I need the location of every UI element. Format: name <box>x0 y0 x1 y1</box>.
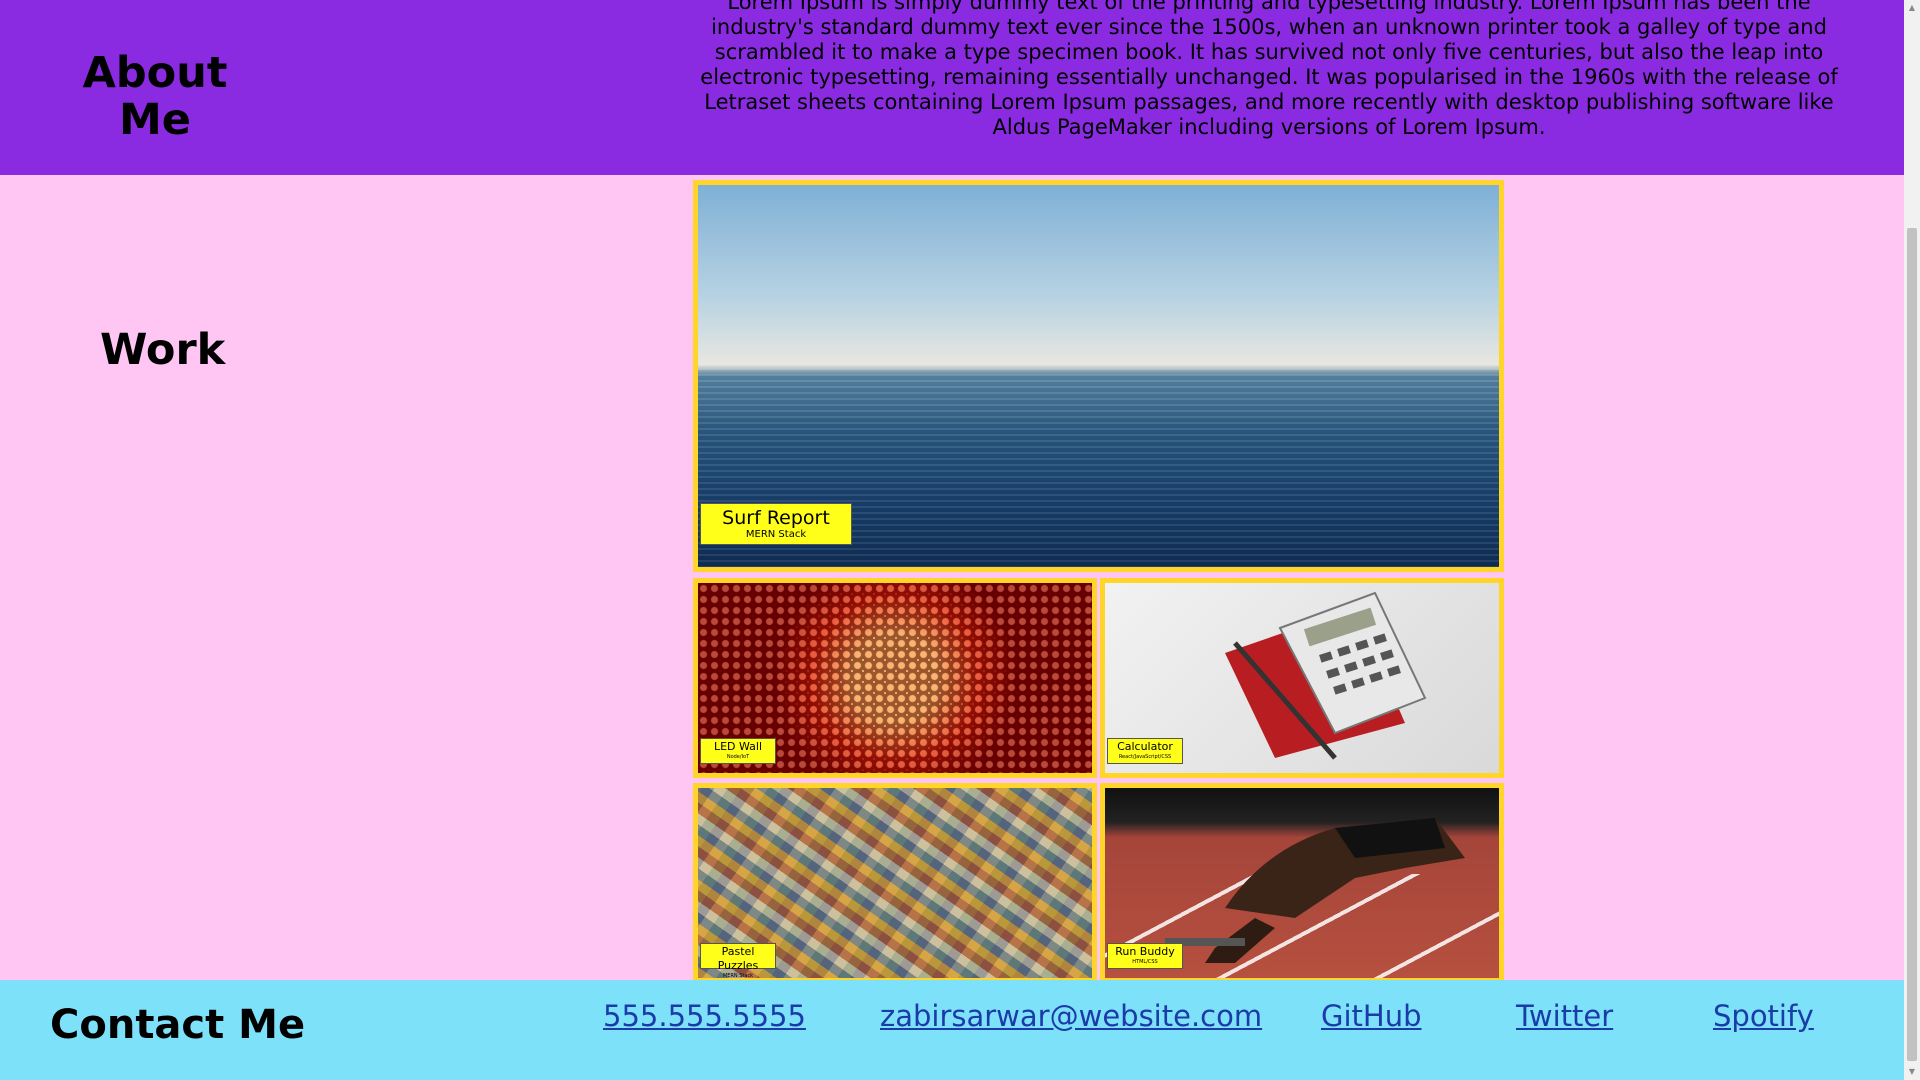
phone-link[interactable]: 555.555.5555 <box>603 999 806 1033</box>
project-label: Pastel Puzzles MERN Stack <box>700 943 776 978</box>
github-link[interactable]: GitHub <box>1321 999 1422 1033</box>
scroll-up-arrow-icon[interactable]: ▲ <box>1904 0 1920 16</box>
project-card-pastel-puzzles[interactable]: Pastel Puzzles MERN Stack <box>693 783 1097 983</box>
project-title: LED Wall <box>713 740 763 753</box>
contact-heading: Contact Me <box>50 1002 306 1048</box>
about-heading: About Me <box>82 48 228 145</box>
project-label: LED Wall Node/IoT <box>700 738 776 764</box>
project-title: Surf Report <box>722 507 830 529</box>
project-label: Surf Report MERN Stack <box>700 503 852 545</box>
project-card-led-wall[interactable]: LED Wall Node/IoT <box>693 578 1097 778</box>
vertical-scrollbar[interactable]: ▲ ▼ <box>1904 0 1920 1080</box>
about-text: Lorem Ipsum is simply dummy text of the … <box>700 0 1838 139</box>
project-label: Calculator React/JavaScript/CSS <box>1107 738 1183 764</box>
contact-section: Contact Me 555.555.5555 zabirsarwar@webs… <box>0 980 1904 1080</box>
project-stack: Node/IoT <box>726 754 750 760</box>
project-title: Calculator <box>1117 740 1173 753</box>
project-stack: MERN Stack <box>745 529 807 540</box>
project-label: Run Buddy HTML/CSS <box>1107 943 1183 969</box>
project-title: Run Buddy <box>1115 945 1175 958</box>
work-heading: Work <box>100 325 226 375</box>
spotify-link[interactable]: Spotify <box>1713 999 1814 1033</box>
project-stack: MERN Stack <box>722 973 754 979</box>
project-card-surf-report[interactable]: Surf Report MERN Stack <box>693 180 1504 572</box>
twitter-link[interactable]: Twitter <box>1516 999 1613 1033</box>
project-stack: React/JavaScript/CSS <box>1118 754 1172 760</box>
project-title: Pastel Puzzles <box>717 945 759 972</box>
project-card-run-buddy[interactable]: Run Buddy HTML/CSS <box>1100 783 1504 983</box>
scroll-down-arrow-icon[interactable]: ▼ <box>1904 1064 1920 1080</box>
project-card-calculator[interactable]: Calculator React/JavaScript/CSS <box>1100 578 1504 778</box>
email-link[interactable]: zabirsarwar@website.com <box>880 999 1262 1033</box>
scrollbar-thumb[interactable] <box>1907 228 1917 1061</box>
project-stack: HTML/CSS <box>1132 959 1158 965</box>
about-section: About Me Lorem Ipsum is simply dummy tex… <box>0 0 1904 175</box>
